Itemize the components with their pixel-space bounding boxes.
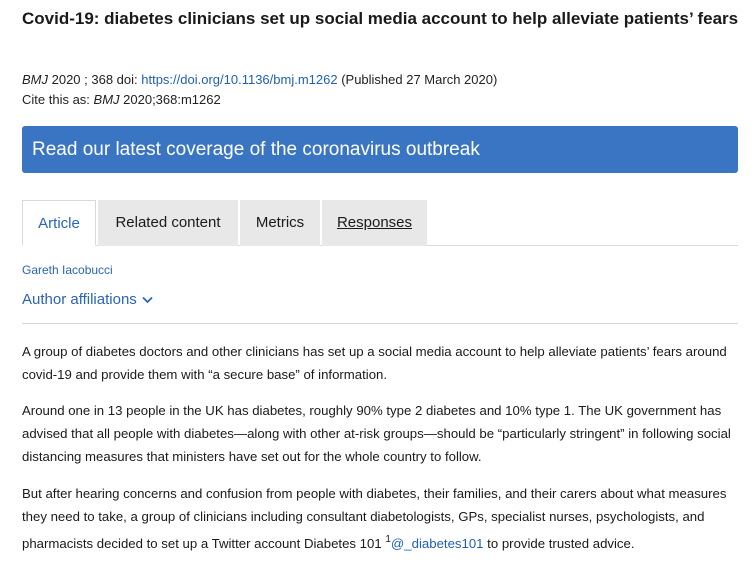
tab-article[interactable]: Article	[22, 200, 96, 246]
cite-journal: BMJ	[93, 92, 120, 107]
tab-metrics[interactable]: Metrics	[240, 200, 320, 246]
body-paragraph-3: But after hearing concerns and confusion…	[22, 482, 738, 555]
tab-related-content-label: Related content	[115, 214, 221, 231]
article-tabs: Article Related content Metrics Response…	[22, 200, 738, 246]
author-name[interactable]: Gareth Iacobucci	[22, 263, 113, 277]
author-affiliations-toggle[interactable]: Author affiliations	[22, 291, 153, 308]
article-page: Covid-19: diabetes clinicians set up soc…	[0, 0, 754, 575]
article-meta: BMJ 2020 ; 368 doi: https://doi.org/10.1…	[22, 70, 497, 110]
citation-line: BMJ 2020 ; 368 doi: https://doi.org/10.1…	[22, 70, 497, 90]
article-title: Covid-19: diabetes clinicians set up soc…	[22, 9, 739, 28]
chevron-down-icon	[142, 296, 153, 303]
body-paragraph-2: Around one in 13 people in the UK has di…	[22, 403, 731, 464]
tab-responses[interactable]: Responses	[322, 200, 427, 246]
tab-metrics-label: Metrics	[255, 214, 305, 231]
cite-reference: 2020;368:m1262	[119, 92, 221, 107]
paragraph-3-end: to provide trusted advice.	[483, 536, 635, 551]
cite-label: Cite this as:	[22, 92, 94, 107]
published-date: (Published 27 March 2020)	[337, 72, 498, 87]
doi-link[interactable]: https://doi.org/10.1136/bmj.m1262	[141, 72, 337, 87]
tab-responses-label: Responses	[336, 214, 413, 231]
twitter-handle-link[interactable]: @_diabetes101	[391, 536, 484, 551]
body-paragraph-1: A group of diabetes doctors and other cl…	[22, 344, 727, 382]
coronavirus-coverage-banner[interactable]: Read our latest coverage of the coronavi…	[22, 126, 738, 173]
tab-related-content[interactable]: Related content	[98, 200, 238, 246]
section-divider	[22, 323, 738, 324]
author-affiliations-label: Author affiliations	[22, 291, 137, 308]
cite-line: Cite this as: BMJ 2020;368:m1262	[22, 90, 497, 110]
doi-label: doi:	[116, 72, 142, 87]
journal-name: BMJ	[22, 72, 48, 87]
year-volume: 2020 ; 368	[48, 72, 117, 87]
tab-article-label: Article	[38, 215, 80, 232]
